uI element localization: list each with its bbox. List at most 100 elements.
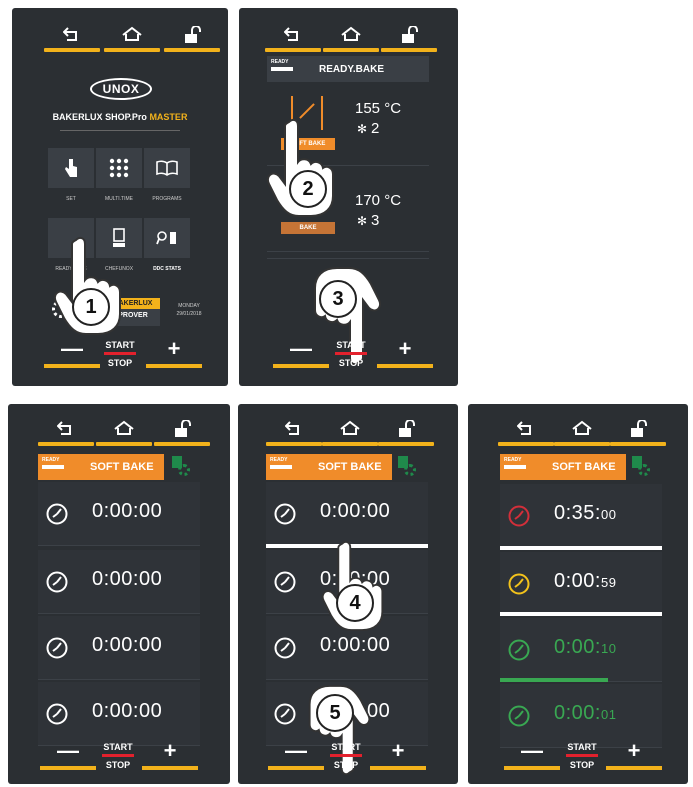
- panel-soft-bake-running: READY SOFT BAKE 0:35:00 0:00:59 0:00:10 …: [468, 404, 688, 784]
- back-button[interactable]: [498, 416, 554, 450]
- brand-line: BAKERLUX SHOP.Pro MASTER: [30, 112, 210, 122]
- timer-row[interactable]: 0:00:10: [500, 618, 662, 682]
- fan-icon: ✻: [357, 122, 368, 136]
- clock-icon: [274, 571, 296, 593]
- unlock-button[interactable]: [164, 22, 220, 56]
- start-stop-button[interactable]: START STOP: [562, 738, 602, 778]
- unlock-icon: [175, 420, 191, 437]
- program-header: READY SOFT BAKE: [38, 454, 164, 480]
- minus-button[interactable]: —: [40, 738, 96, 778]
- unlock-button[interactable]: [154, 416, 210, 450]
- unlock-button[interactable]: [381, 22, 437, 56]
- timer-row[interactable]: 0:00:00: [266, 482, 428, 546]
- tile-ddc-stats[interactable]: DDC STATS: [144, 218, 190, 276]
- clock-icon: [274, 503, 296, 525]
- ready-icon: READY: [271, 59, 297, 79]
- stats-icon: [156, 231, 176, 245]
- clock-icon: [508, 705, 530, 727]
- tile-programs[interactable]: PROGRAMS: [144, 148, 190, 206]
- back-button[interactable]: [44, 22, 100, 56]
- home-icon: [122, 26, 142, 41]
- unlock-icon: [185, 26, 201, 43]
- hand-icon: [65, 159, 77, 177]
- start-stop-button[interactable]: START STOP: [100, 336, 140, 376]
- grid-icon: [109, 158, 129, 178]
- panel-soft-bake-idle: READY SOFT BAKE 0:00:00 0:00:00 0:00:00 …: [8, 404, 230, 784]
- step-number-3: 3: [319, 280, 357, 318]
- tile-multitime[interactable]: MULTI.TIME: [96, 148, 142, 206]
- timer-row[interactable]: 0:00:00: [38, 616, 200, 680]
- date-display: MONDAY 29/01/2018: [176, 303, 202, 317]
- timer-row[interactable]: 0:00:00: [38, 482, 200, 546]
- home-button[interactable]: [96, 416, 152, 450]
- minus-button[interactable]: —: [44, 336, 100, 376]
- multi-timer-icon[interactable]: [632, 456, 652, 478]
- clock-icon: [46, 703, 68, 725]
- start-stop-button[interactable]: START STOP: [98, 738, 138, 778]
- back-arrow-icon: [285, 421, 299, 435]
- home-icon: [340, 420, 360, 435]
- plus-button[interactable]: +: [370, 738, 426, 778]
- clock-icon: [508, 639, 530, 661]
- step-number-5: 5: [316, 694, 354, 732]
- plus-button[interactable]: +: [377, 336, 433, 376]
- brand-left: BAKERLUX SHOP.Pro: [52, 112, 147, 122]
- minus-button[interactable]: —: [268, 738, 324, 778]
- start-stop-button[interactable]: START STOP: [326, 738, 366, 778]
- back-arrow-icon: [284, 27, 298, 41]
- back-button[interactable]: [266, 416, 322, 450]
- minus-button[interactable]: —: [504, 738, 560, 778]
- brand-right: MASTER: [149, 112, 188, 122]
- step-number-1: 1: [72, 288, 110, 326]
- minus-button[interactable]: —: [273, 336, 329, 376]
- multi-timer-icon[interactable]: [172, 456, 192, 478]
- program-label: BAKE: [281, 222, 335, 234]
- timer-row[interactable]: 0:00:59: [500, 552, 662, 616]
- timer-row[interactable]: 0:35:00: [500, 484, 662, 548]
- unox-logo: UNOX: [90, 78, 152, 100]
- progress-bar: [500, 678, 608, 682]
- timer-list: 0:00:00 0:00:00 0:00:00 0:00:00: [38, 482, 200, 750]
- plus-button[interactable]: +: [146, 336, 202, 376]
- clock-icon: [46, 637, 68, 659]
- back-button[interactable]: [265, 22, 321, 56]
- ready-icon: READY: [42, 457, 64, 469]
- timer-row[interactable]: 0:00:00: [38, 550, 200, 614]
- clock-icon: [274, 703, 296, 725]
- plus-button[interactable]: +: [606, 738, 662, 778]
- fan-icon: ✻: [357, 214, 368, 228]
- fan-speed: 2: [371, 120, 380, 137]
- home-button[interactable]: [322, 416, 378, 450]
- back-arrow-icon: [63, 27, 77, 41]
- home-button[interactable]: [323, 22, 379, 56]
- ready-bake-header: READY READY.BAKE: [267, 56, 429, 82]
- home-icon: [572, 420, 592, 435]
- program-temp: 155 °C: [355, 100, 402, 117]
- ready-icon: READY: [504, 457, 526, 469]
- home-icon: [114, 420, 134, 435]
- home-button[interactable]: [554, 416, 610, 450]
- start-stop-button[interactable]: START STOP: [331, 336, 371, 376]
- plus-button[interactable]: +: [142, 738, 198, 778]
- progress-bar: [500, 546, 662, 550]
- home-button[interactable]: [104, 22, 160, 56]
- panel-home: UNOX BAKERLUX SHOP.Pro MASTER SET MULTI.…: [12, 8, 228, 386]
- ready-icon: READY: [270, 457, 292, 469]
- timer-list: 0:35:00 0:00:59 0:00:10 0:00:01: [500, 484, 662, 752]
- program-header: READY SOFT BAKE: [266, 454, 392, 480]
- step-number-2: 2: [289, 170, 327, 208]
- progress-bar: [500, 612, 662, 616]
- unlock-button[interactable]: [610, 416, 666, 450]
- panel-soft-bake-set: READY SOFT BAKE 0:00:00 0:00:00 0:00:00 …: [238, 404, 458, 784]
- program-temp: 170 °C: [355, 192, 402, 209]
- tile-set[interactable]: SET: [48, 148, 94, 206]
- unlock-button[interactable]: [378, 416, 434, 450]
- multi-timer-icon[interactable]: [398, 456, 418, 478]
- program-header: READY SOFT BAKE: [500, 454, 626, 480]
- clock-icon: [508, 505, 530, 527]
- timer-row[interactable]: 0:00:00: [38, 682, 200, 746]
- unlock-icon: [399, 420, 415, 437]
- clock-icon: [274, 637, 296, 659]
- back-button[interactable]: [38, 416, 94, 450]
- home-icon: [341, 26, 361, 41]
